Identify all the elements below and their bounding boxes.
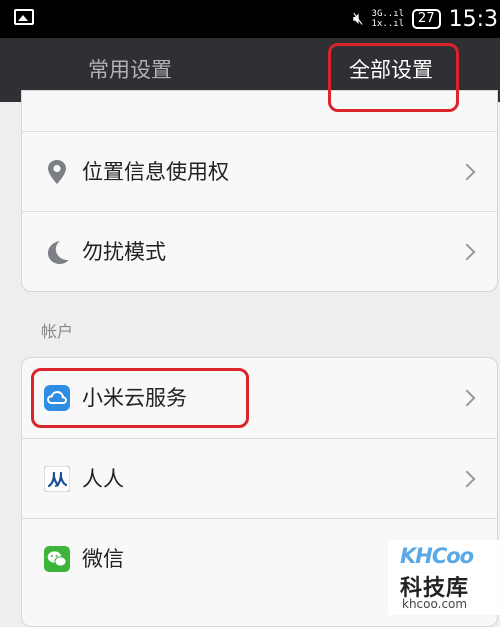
location-permission-label: 位置信息使用权: [82, 160, 229, 184]
renren-icon: [44, 466, 70, 492]
chevron-right-icon: [458, 389, 476, 407]
chevron-right-icon: [458, 470, 476, 488]
status-bar-right: 🔇︎ 3G..ıl 1x..ıl 27 15:3: [353, 0, 500, 38]
renren-row[interactable]: 人人: [22, 438, 497, 518]
mute-icon: 🔇︎: [352, 9, 364, 29]
highlight-xiaomi-cloud: [31, 368, 249, 428]
watermark-logo: KHCoo: [400, 544, 474, 568]
renren-label: 人人: [82, 467, 124, 491]
network-top-text: 3G..ıl: [371, 9, 405, 19]
network-indicator: 3G..ıl 1x..ıl: [372, 9, 405, 29]
chevron-right-icon: [458, 163, 476, 181]
moon-icon: [48, 241, 69, 264]
watermark: KHCoo 科技库 khcoo.com: [388, 540, 500, 615]
location-permission-row[interactable]: 位置信息使用权: [22, 131, 497, 211]
highlight-all-settings-tab: [328, 43, 459, 112]
wechat-label: 微信: [82, 547, 124, 571]
accounts-section-title: 帐户: [41, 322, 74, 341]
wechat-icon: [44, 546, 70, 572]
general-settings-card: 位置信息使用权 勿扰模式: [21, 90, 498, 292]
clock: 15:3: [448, 6, 498, 32]
chevron-right-icon: [458, 243, 476, 261]
picture-icon: [14, 9, 34, 25]
watermark-url: khcoo.com: [402, 597, 468, 611]
battery-indicator: 27: [412, 9, 441, 29]
location-pin-icon: [48, 160, 66, 184]
do-not-disturb-row[interactable]: 勿扰模式: [22, 211, 497, 291]
do-not-disturb-label: 勿扰模式: [82, 240, 166, 264]
status-bar: 🔇︎ 3G..ıl 1x..ıl 27 15:3: [0, 0, 500, 38]
network-bottom-text: 1x..ıl: [371, 19, 405, 29]
